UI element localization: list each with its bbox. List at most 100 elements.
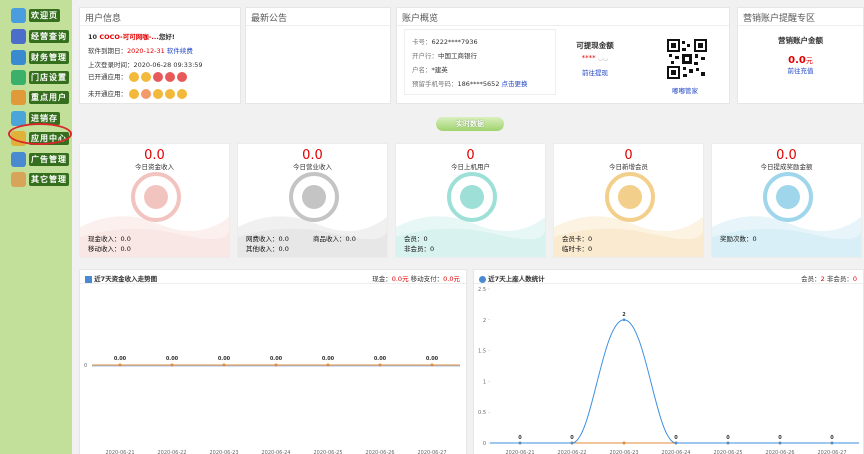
marketing-panel: 营销账户提醒专区 营销账户金额 0.0元 前往充值 [737,7,864,104]
data-label: 0.00 [114,356,127,362]
app-icon[interactable] [141,72,152,82]
app-icon[interactable] [129,89,140,99]
card-stat-value: 0.0 [345,235,356,243]
card-stat: 会员：0 [404,233,428,243]
card-number: 6222****7936 [431,38,478,46]
sidebar-item-label: 门店设置 [29,70,69,84]
sidebar-item-8[interactable]: 其它管理 [11,170,69,188]
y-tick-label: 0 [84,363,87,369]
realtime-data-button[interactable]: 实时数据 [436,117,504,131]
stat-card-3: 0 今日新增会员 会员卡：0 临时卡：0 [553,143,704,258]
x-tick-label: 2020-06-21 [505,450,534,454]
marketing-title: 营销账户提醒专区 [738,8,863,26]
income-trend-chart-panel: 近7天资金收入走势图 现金：0.0元 移动支付：0.0元 0 0.00 2020-0… [79,269,467,454]
sidebar-item-2[interactable]: 财务管理 [11,48,69,66]
card-stat-key: 临时卡： [562,245,588,253]
sidebar-item-label: 经营查询 [29,29,69,43]
x-tick-label: 2020-06-25 [713,450,742,454]
sidebar-item-label: 其它管理 [29,172,69,186]
seat-stats-chart: 0 0.5 1 1.5 2 2.5 0 2020-06-21 0 2020-06-22 2 2020-… [478,287,859,454]
data-label: 2 [622,312,626,318]
stat-card-2: 0 今日上机用户 会员：0 非会员：0 [395,143,546,258]
app-icon[interactable] [153,72,164,82]
recharge-link[interactable]: 前往充值 [738,65,863,75]
x-tick-label: 2020-06-21 [105,450,134,454]
phone-number: 186****5652 [457,80,500,88]
x-tick-label: 2020-06-24 [261,450,290,454]
sidebar-item-5[interactable]: 进销存 [11,109,60,127]
sidebar-item-7[interactable]: 广告管理 [11,150,69,168]
data-point [326,363,330,367]
card-stat-key: 商品收入： [313,235,346,243]
legend-mobile-unit: 元 [453,275,461,283]
data-label: 0.00 [218,356,231,362]
card-stat: 奖励次数：0 [720,233,757,243]
card-label: 今日营业收入 [293,163,332,171]
store-number: 10 [88,33,98,41]
series-line-member [490,319,859,444]
brand-name: COCO-可可网咖-... [99,33,159,41]
card-stat: 会员卡：0 [562,233,592,243]
sidebar-item-label: 广告管理 [29,152,69,166]
sidebar-item-label: 进销存 [29,111,60,125]
menu-icon [11,130,26,146]
sidebar-item-label: 欢迎页 [29,8,60,22]
x-tick-label: 2020-06-24 [661,450,690,454]
app-icon[interactable] [177,89,188,99]
user-info-title: 用户信息 [80,8,240,26]
card-stat-key: 移动收入： [88,245,121,253]
card-stat: 临时卡：0 [562,243,592,253]
data-label: 0.00 [426,356,439,362]
stat-card-4: 0.0 今日提成奖励金额 奖励次数：0 [711,143,862,258]
legend-mobile: 移动支付： [410,275,444,283]
data-point [222,363,226,367]
eye-icon[interactable]: ◡◡ [598,55,608,62]
card-stat-value: 0 [430,245,435,253]
card-stat-key: 现金收入： [88,235,121,243]
cash-box: 可提现金额 **** ◡◡ 前往提现 [559,29,631,95]
qr-label-link[interactable]: 嘟嘟管家 [672,85,698,95]
data-point [778,441,782,445]
account-title: 账户概览 [397,8,729,26]
sidebar-item-label: 应用中心 [29,131,69,145]
app-icon[interactable] [129,72,140,82]
x-tick-label: 2020-06-22 [557,450,586,454]
data-point [830,441,834,445]
withdraw-link[interactable]: 前往提现 [559,67,631,77]
app-icon[interactable] [165,72,176,82]
y-tick-label: 2.5 [478,287,486,293]
sidebar-item-0[interactable]: 欢迎页 [11,6,60,24]
card-icon [605,172,655,222]
legend-cash: 现金： [372,275,392,283]
y-tick-label: 2 [483,318,486,324]
legend-cash-unit: 元 [402,275,409,283]
card-icon [289,172,339,222]
last-login-label: 上次登录时间： [88,61,134,69]
app-icon[interactable] [165,89,176,99]
renew-link[interactable]: 软件续费 [167,47,193,55]
income-trend-chart: 0 0.00 2020-06-21 0.00 2020-06-22 0.00 2020-06… [84,356,460,454]
legend-mobile-value: 0.0 [443,275,454,283]
menu-icon [11,151,26,167]
app-icon[interactable] [177,72,188,82]
account-panel: 账户概览 卡号：6222****7936 开户行：中国工商银行 户名：*建英 预… [396,7,730,104]
chart2-header: 近7天上座人数统计 会员：2 非会员：0 [474,270,863,284]
app-icon[interactable] [153,89,164,99]
legend-nonmember-value: 0 [852,275,857,283]
sidebar-item-4[interactable]: 重点用户 [11,88,69,106]
change-card-link[interactable]: 点击更换 [502,80,528,88]
legend-nonmember: 非会员： [826,275,853,283]
data-point [674,441,678,445]
x-tick-label: 2020-06-26 [365,450,394,454]
x-tick-label: 2020-06-23 [209,450,238,454]
card-stat-value: 0 [752,235,757,243]
sidebar-item-3[interactable]: 门店设置 [11,68,69,86]
chart2-title: 近7天上座人数统计 [488,275,545,283]
app-icon[interactable] [141,89,152,99]
menu-icon [11,7,26,23]
sidebar-item-6[interactable]: 应用中心 [11,129,69,147]
expire-label: 软件到期日： [88,47,127,55]
sidebar-item-1[interactable]: 经营查询 [11,27,69,45]
stat-card-1: 0.0 今日营业收入 网费收入：0.0 其他收入：0.0 商品收入：0.0 [237,143,388,258]
marketing-unit: 元 [805,57,813,65]
